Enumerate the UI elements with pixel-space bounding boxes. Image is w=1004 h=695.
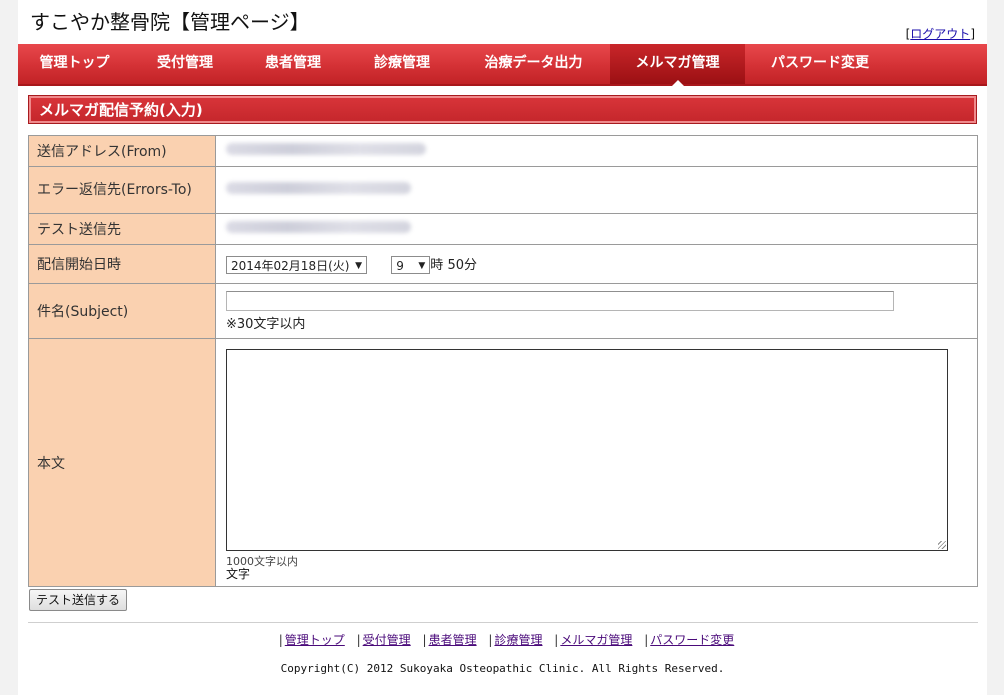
test-to-label: テスト送信先	[28, 213, 216, 245]
subject-cell: ※30文字以内	[215, 283, 978, 339]
body-limit-note: 1000文字以内	[226, 555, 298, 568]
nav-item-treatment[interactable]: 診療管理	[347, 44, 457, 84]
footer-link-newsletter[interactable]: メルマガ管理	[560, 633, 632, 647]
schedule-label: 配信開始日時	[28, 244, 216, 284]
date-select[interactable]: 2014年02月18日(火) ▼	[226, 256, 367, 275]
footer-link-admin-top[interactable]: 管理トップ	[285, 633, 345, 647]
footer-link-password[interactable]: パスワード変更	[650, 633, 734, 647]
body-label: 本文	[28, 338, 216, 587]
body-textarea[interactable]	[226, 349, 948, 551]
footer-nav: | 管理トップ | 受付管理 | 患者管理 | 診療管理 | メルマガ管理 | パスワード変…	[278, 633, 735, 647]
nav-item-patients[interactable]: 患者管理	[239, 44, 347, 84]
footer-link-patients[interactable]: 患者管理	[429, 633, 477, 647]
hour-select[interactable]: 9 ▼	[391, 256, 431, 275]
redacted-test-to	[226, 221, 411, 233]
minute-text: 50分	[447, 257, 477, 273]
site-title: すこやか整骨院【管理ページ】	[30, 10, 310, 34]
nav-item-reception[interactable]: 受付管理	[131, 44, 239, 84]
nav-item-newsletter[interactable]: メルマガ管理	[610, 44, 745, 86]
main-nav: 管理トップ 受付管理 患者管理 診療管理 治療データ出力 メルマガ管理 パスワー…	[18, 44, 987, 86]
body-char-count: 文字	[226, 567, 251, 581]
footer-link-reception[interactable]: 受付管理	[363, 633, 411, 647]
schedule-value: 2014年02月18日(火) ▼ 9 ▼ 時 50分	[215, 244, 978, 284]
test-to-value	[215, 213, 978, 245]
newsletter-form: 送信アドレス(From) エラー返信先(Errors-To) テスト送信先 配信…	[28, 135, 978, 587]
copyright: Copyright(C) 2012 Sukoyaka Osteopathic C…	[280, 662, 725, 675]
test-send-button[interactable]: テスト送信する	[29, 589, 128, 611]
footer-link-treatment[interactable]: 診療管理	[494, 633, 542, 647]
redacted-from	[226, 143, 426, 155]
errors-to-value	[215, 166, 978, 214]
logout-link[interactable]: ログアウト	[910, 27, 970, 41]
nav-item-password[interactable]: パスワード変更	[745, 44, 895, 84]
subject-limit-note: ※30文字以内	[226, 316, 306, 332]
footer-divider	[28, 622, 978, 623]
resize-handle-icon[interactable]	[938, 541, 946, 549]
chevron-down-icon: ▼	[355, 261, 362, 272]
from-label: 送信アドレス(From)	[28, 135, 216, 167]
subject-input[interactable]	[226, 290, 894, 311]
from-value	[215, 135, 978, 167]
chevron-down-icon: ▼	[418, 261, 426, 272]
body-cell: 1000文字以内 文字	[215, 338, 978, 587]
subject-label: 件名(Subject)	[28, 283, 216, 339]
nav-item-data-export[interactable]: 治療データ出力	[457, 44, 610, 84]
section-title: メルマガ配信予約(入力)	[28, 95, 977, 124]
redacted-errors-to	[226, 182, 411, 194]
errors-to-label: エラー返信先(Errors-To)	[28, 166, 216, 214]
nav-item-admin-top[interactable]: 管理トップ	[18, 44, 131, 84]
page: すこやか整骨院【管理ページ】 [ログアウト] 管理トップ 受付管理 患者管理 診…	[18, 0, 987, 695]
logout-area: [ログアウト]	[905, 27, 975, 41]
